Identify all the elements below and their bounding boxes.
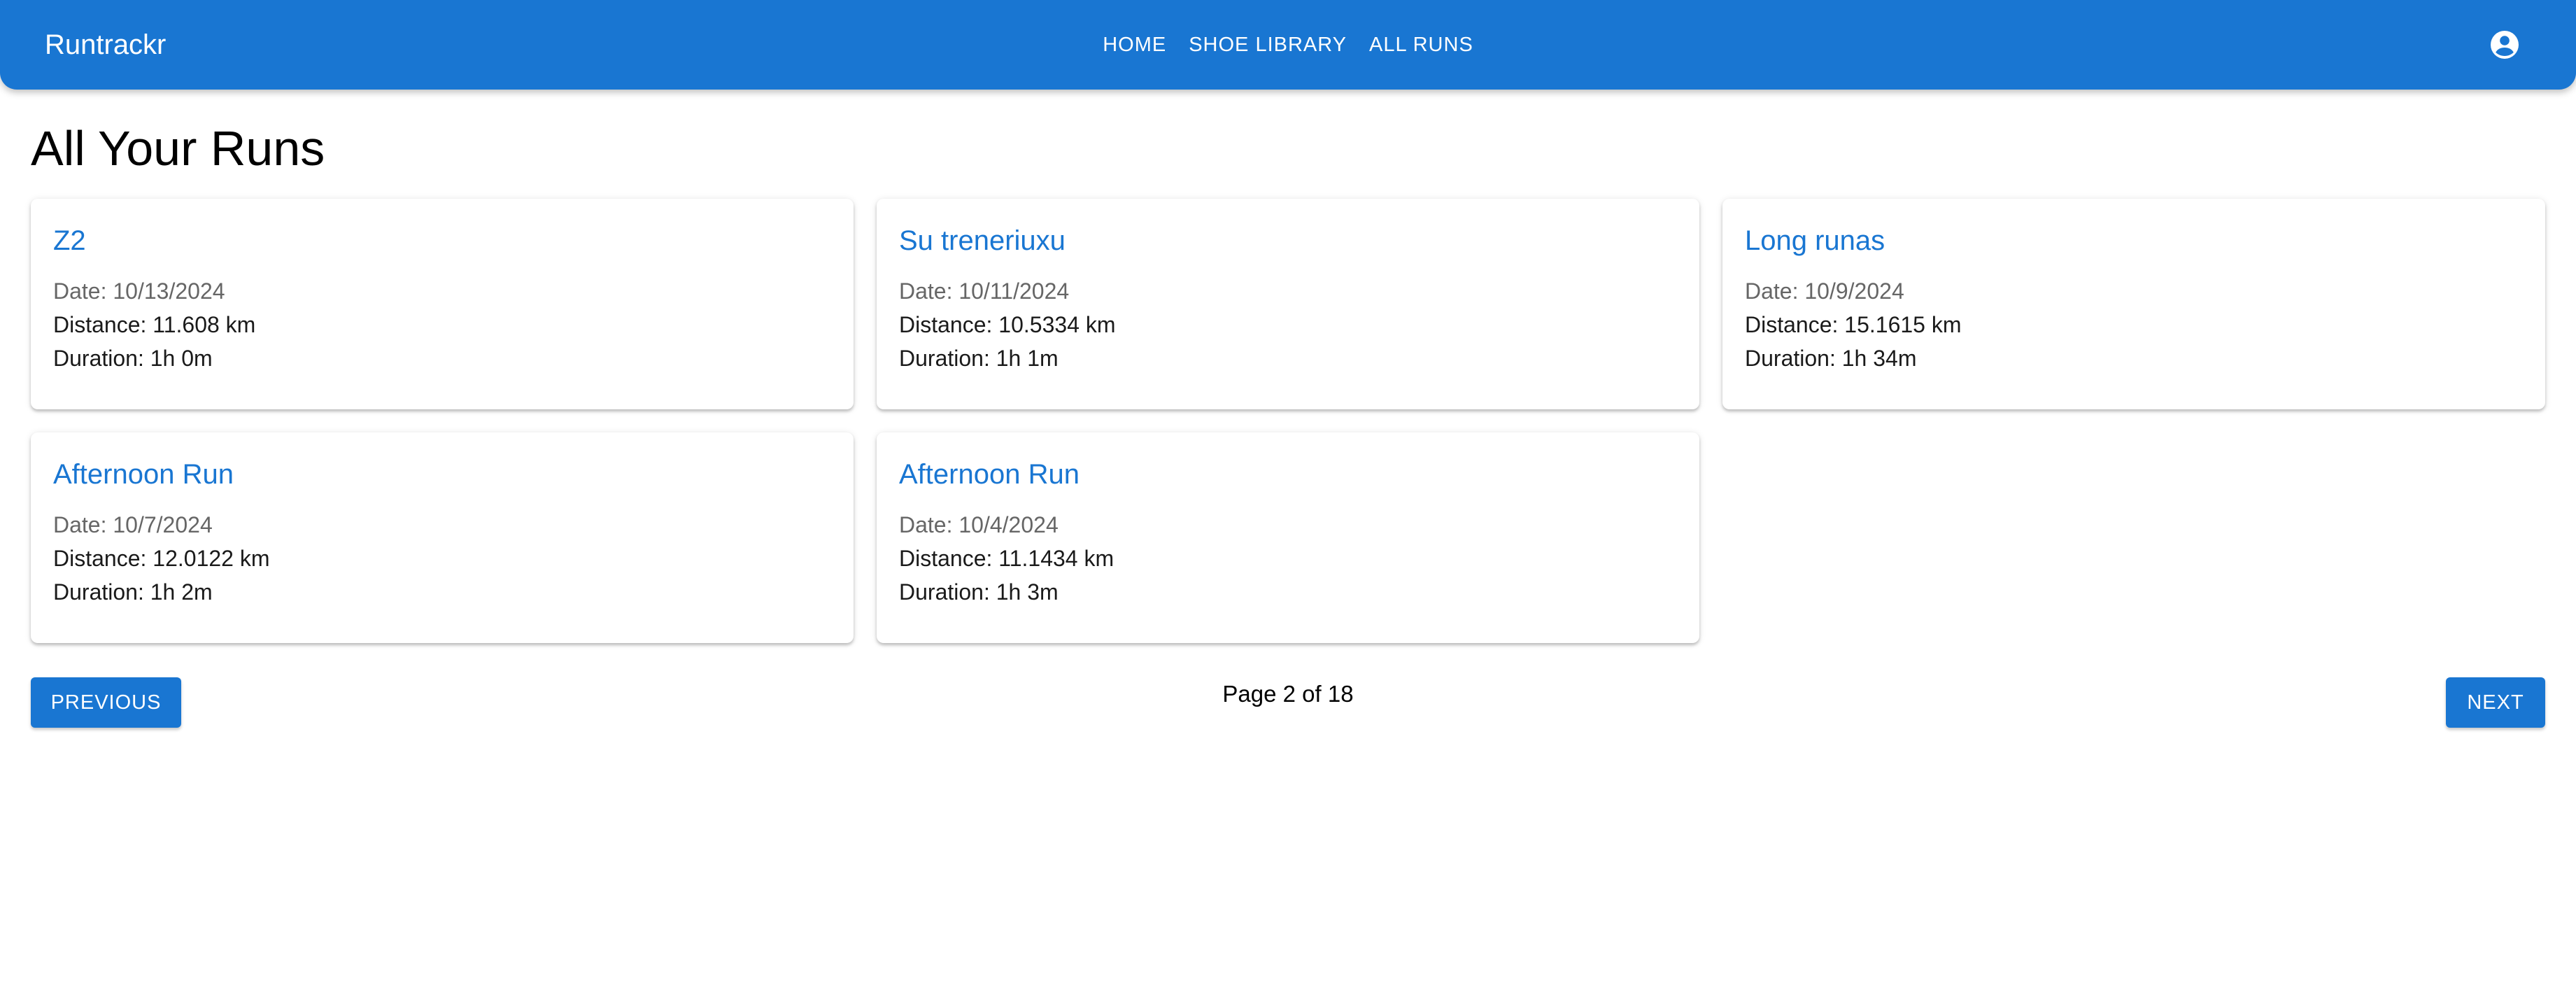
pagination: PREVIOUS Page 2 of 18 NEXT [31, 677, 2545, 728]
next-button[interactable]: NEXT [2446, 677, 2545, 728]
run-card[interactable]: Su treneriuxu Date: 10/11/2024 Distance:… [877, 199, 1699, 409]
run-card[interactable]: Z2 Date: 10/13/2024 Distance: 11.608 km … [31, 199, 854, 409]
run-distance: Distance: 11.608 km [53, 312, 256, 337]
run-duration: Duration: 1h 2m [53, 579, 213, 605]
run-card[interactable]: Long runas Date: 10/9/2024 Distance: 15.… [1722, 199, 2545, 409]
nav-all-runs[interactable]: ALL RUNS [1358, 24, 1485, 66]
page-title: All Your Runs [31, 121, 325, 176]
run-name: Su treneriuxu [899, 225, 1066, 256]
main-nav: HOME SHOE LIBRARY ALL RUNS [0, 0, 2576, 90]
run-duration: Duration: 1h 34m [1745, 346, 1917, 371]
run-duration: Duration: 1h 3m [899, 579, 1059, 605]
run-duration: Duration: 1h 0m [53, 346, 213, 371]
app-bar: Runtrackr HOME SHOE LIBRARY ALL RUNS [0, 0, 2576, 90]
run-distance: Distance: 11.1434 km [899, 546, 1114, 571]
run-distance: Distance: 12.0122 km [53, 546, 270, 571]
runs-grid: Z2 Date: 10/13/2024 Distance: 11.608 km … [31, 199, 2545, 643]
run-card[interactable]: Afternoon Run Date: 10/4/2024 Distance: … [877, 432, 1699, 643]
page-indicator: Page 2 of 18 [1222, 681, 1354, 707]
account-circle-icon[interactable] [2488, 28, 2521, 62]
run-date: Date: 10/13/2024 [53, 278, 225, 304]
run-name: Long runas [1745, 225, 1885, 256]
run-distance: Distance: 15.1615 km [1745, 312, 1962, 337]
run-name: Afternoon Run [53, 459, 234, 490]
nav-shoe-library[interactable]: SHOE LIBRARY [1177, 24, 1358, 66]
run-date: Date: 10/4/2024 [899, 512, 1059, 537]
nav-home[interactable]: HOME [1091, 24, 1177, 66]
run-name: Z2 [53, 225, 86, 256]
run-duration: Duration: 1h 1m [899, 346, 1059, 371]
run-card[interactable]: Afternoon Run Date: 10/7/2024 Distance: … [31, 432, 854, 643]
run-name: Afternoon Run [899, 459, 1080, 490]
run-date: Date: 10/9/2024 [1745, 278, 1904, 304]
run-date: Date: 10/11/2024 [899, 278, 1070, 304]
run-distance: Distance: 10.5334 km [899, 312, 1116, 337]
run-date: Date: 10/7/2024 [53, 512, 213, 537]
